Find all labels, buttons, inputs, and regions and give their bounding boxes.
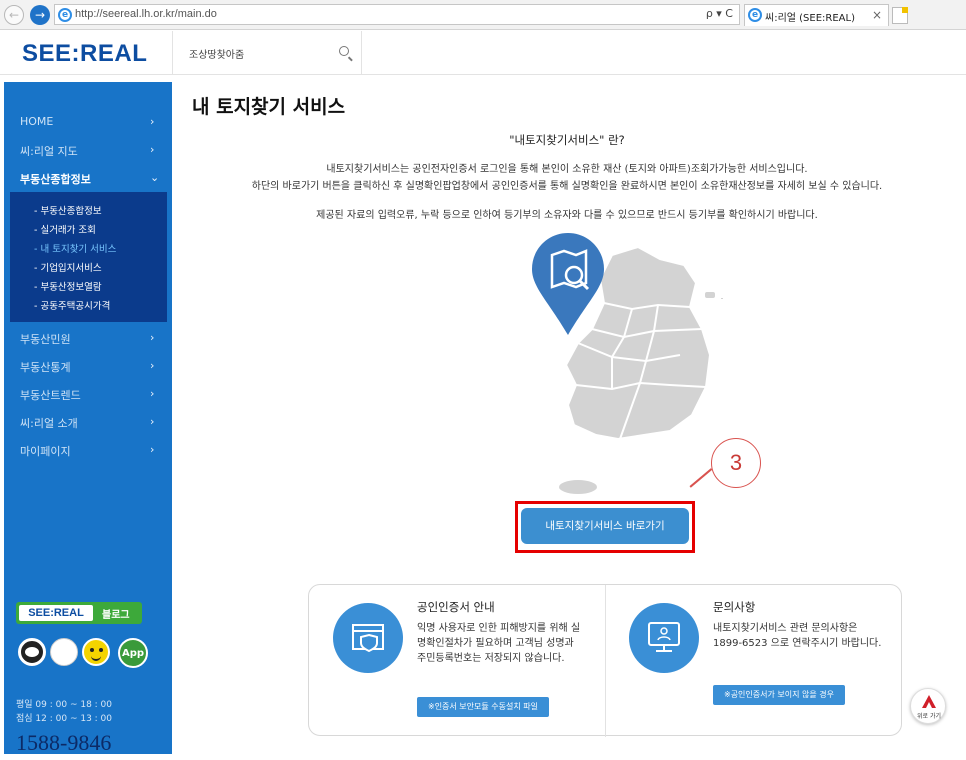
browser-toolbar: ← → e http://seereal.lh.or.kr/main.do ρ … bbox=[0, 0, 966, 30]
sidebar-item-label: 씨:리얼 소개 bbox=[20, 417, 78, 430]
inquiry-monitor-icon bbox=[629, 603, 699, 673]
new-tab-button[interactable] bbox=[892, 7, 908, 24]
browser-tab[interactable]: e 씨:리얼 (SEE:REAL) × bbox=[744, 4, 889, 26]
sidebar-item-label: 마이페이지 bbox=[20, 445, 71, 458]
submenu-item-transaction-price[interactable]: - 실거래가 조회 bbox=[34, 222, 96, 236]
arrow-up-icon bbox=[922, 695, 936, 708]
inquiry-desc: 내토지찾기서비스 관련 문의사항은 1899-6523 으로 연락주시기 바랍니… bbox=[713, 623, 882, 649]
blog-logo: SEE:REAL bbox=[19, 605, 93, 621]
forward-button[interactable]: → bbox=[30, 5, 50, 25]
sidebar-item-label: HOME bbox=[20, 115, 54, 128]
submenu-item-info-browse[interactable]: - 부동산정보열람 bbox=[34, 279, 102, 293]
sidebar-item-civil[interactable]: 부동산민원 › bbox=[4, 325, 172, 353]
contact-phone: 1588-9846 bbox=[16, 730, 112, 755]
info-divider bbox=[605, 585, 606, 737]
chevron-right-icon: › bbox=[150, 415, 155, 428]
iso-certification-icon bbox=[50, 638, 78, 666]
site-logo[interactable]: SEE:REAL bbox=[22, 40, 147, 68]
cert-guide-desc: 익명 사용자로 인한 피해방지를 위해 실명확인절차가 필요하며 고객님 성명과… bbox=[417, 623, 581, 664]
sidebar-item-mypage[interactable]: 마이페이지 › bbox=[4, 437, 172, 465]
find-my-land-button[interactable]: 내토지찾기서비스 바로가기 bbox=[521, 508, 689, 544]
korea-map-illustration bbox=[532, 233, 725, 496]
tab-close-icon[interactable]: × bbox=[872, 8, 882, 22]
sidebar-item-trend[interactable]: 부동산트렌드 › bbox=[4, 381, 172, 409]
intro-line: 내토지찾기서비스는 공인전자인증서 로그인을 통해 본인이 소유한 재산 (토지… bbox=[326, 164, 808, 175]
scroll-top-label: 위로 가기 bbox=[917, 713, 941, 720]
cert-guide-title: 공인인증서 안내 bbox=[417, 600, 495, 614]
tab-title: 씨:리얼 (SEE:REAL) bbox=[765, 13, 855, 24]
business-hours: 평일 09 : 00 ~ 18 : 00 점심 12 : 00 ~ 13 : 0… bbox=[16, 698, 112, 726]
app-label: App bbox=[121, 647, 145, 659]
callout-number-badge: 3 bbox=[711, 438, 761, 488]
page-title: 내 토지찾기 서비스 bbox=[192, 96, 346, 118]
blog-link[interactable]: SEE:REAL 블로그 bbox=[16, 602, 142, 624]
certificate-icon bbox=[333, 603, 403, 673]
map-location-pin-icon bbox=[532, 233, 604, 335]
chevron-right-icon: › bbox=[150, 331, 155, 344]
address-url: http://seereal.lh.or.kr/main.do bbox=[75, 8, 217, 20]
tab-ie-icon: e bbox=[748, 8, 762, 22]
address-tools-icons[interactable]: ρ ▾ C bbox=[706, 7, 733, 20]
address-bar[interactable]: e http://seereal.lh.or.kr/main.do ρ ▾ C bbox=[54, 4, 740, 25]
sidebar-item-map[interactable]: 씨:리얼 지도 › bbox=[4, 137, 172, 165]
hours-lunch: 점심 12 : 00 ~ 13 : 00 bbox=[16, 714, 113, 724]
scroll-top-button[interactable]: 위로 가기 bbox=[910, 688, 946, 724]
blog-label: 블로그 bbox=[102, 610, 130, 621]
app-download-button[interactable]: App bbox=[118, 638, 148, 668]
sidebar-item-label: 부동산통계 bbox=[20, 361, 71, 374]
site-header: SEE:REAL 조상땅찾아줌 bbox=[0, 31, 966, 75]
submenu-item-business-location[interactable]: - 기업입지서비스 bbox=[34, 260, 102, 274]
sidebar-item-realestate-info[interactable]: 부동산종합정보 ⌄ bbox=[4, 165, 172, 193]
chevron-right-icon: › bbox=[150, 387, 155, 400]
search-input[interactable]: 조상땅찾아줌 bbox=[189, 46, 244, 61]
intro-heading: "내토지찾기서비스" 란? bbox=[509, 133, 625, 147]
ie-page-icon: e bbox=[58, 8, 72, 22]
sidebar-item-label: 부동산종합정보 bbox=[20, 173, 91, 186]
inquiry-title: 문의사항 bbox=[713, 600, 756, 614]
sidebar-item-label: 부동산민원 bbox=[20, 333, 71, 346]
chevron-right-icon: › bbox=[150, 143, 155, 156]
submenu-item-realestate-info[interactable]: - 부동산종합정보 bbox=[34, 203, 102, 217]
smiley-mascot-icon bbox=[82, 638, 110, 666]
certification-badge-icon bbox=[18, 638, 46, 666]
info-panel: 공인인증서 안내 익명 사용자로 인한 피해방지를 위해 실명확인절차가 필요하… bbox=[308, 584, 902, 737]
submenu-item-find-my-land[interactable]: - 내 토지찾기 서비스 bbox=[34, 241, 116, 255]
chevron-right-icon: › bbox=[150, 115, 155, 128]
search-icon[interactable] bbox=[339, 46, 349, 56]
back-button[interactable]: ← bbox=[4, 5, 24, 25]
chevron-right-icon: › bbox=[150, 359, 155, 372]
cert-not-visible-button[interactable]: ※공인인증서가 보이지 않을 경우 bbox=[713, 685, 845, 705]
submenu: - 부동산종합정보 - 실거래가 조회 - 내 토지찾기 서비스 - 기업입지서… bbox=[10, 192, 167, 322]
sidebar-item-about[interactable]: 씨:리얼 소개 › bbox=[4, 409, 172, 437]
sidebar-item-label: 씨:리얼 지도 bbox=[20, 145, 78, 158]
intro-line: 하단의 바로가기 버튼을 클릭하신 후 실명확인팝업창에서 공인인증서를 통해 … bbox=[251, 181, 883, 192]
chevron-down-icon: ⌄ bbox=[150, 171, 160, 184]
sidebar: HOME › 씨:리얼 지도 › 부동산종합정보 ⌄ - 부동산종합정보 - 실… bbox=[4, 82, 172, 755]
search-box[interactable]: 조상땅찾아줌 bbox=[172, 31, 362, 75]
sidebar-item-stats[interactable]: 부동산통계 › bbox=[4, 353, 172, 381]
chevron-right-icon: › bbox=[150, 443, 155, 456]
sidebar-item-home[interactable]: HOME › bbox=[4, 109, 172, 137]
submenu-item-apartment-price[interactable]: - 공동주택공시가격 bbox=[34, 298, 110, 312]
sidebar-item-label: 부동산트렌드 bbox=[20, 389, 81, 402]
hours-weekday: 평일 09 : 00 ~ 18 : 00 bbox=[16, 700, 113, 710]
cert-module-install-button[interactable]: ※인증서 보안모듈 수동설치 파일 bbox=[417, 697, 549, 717]
intro-notice: 제공된 자료의 입력오류, 누락 등으로 인하여 등기부의 소유자와 다를 수 … bbox=[316, 210, 818, 221]
